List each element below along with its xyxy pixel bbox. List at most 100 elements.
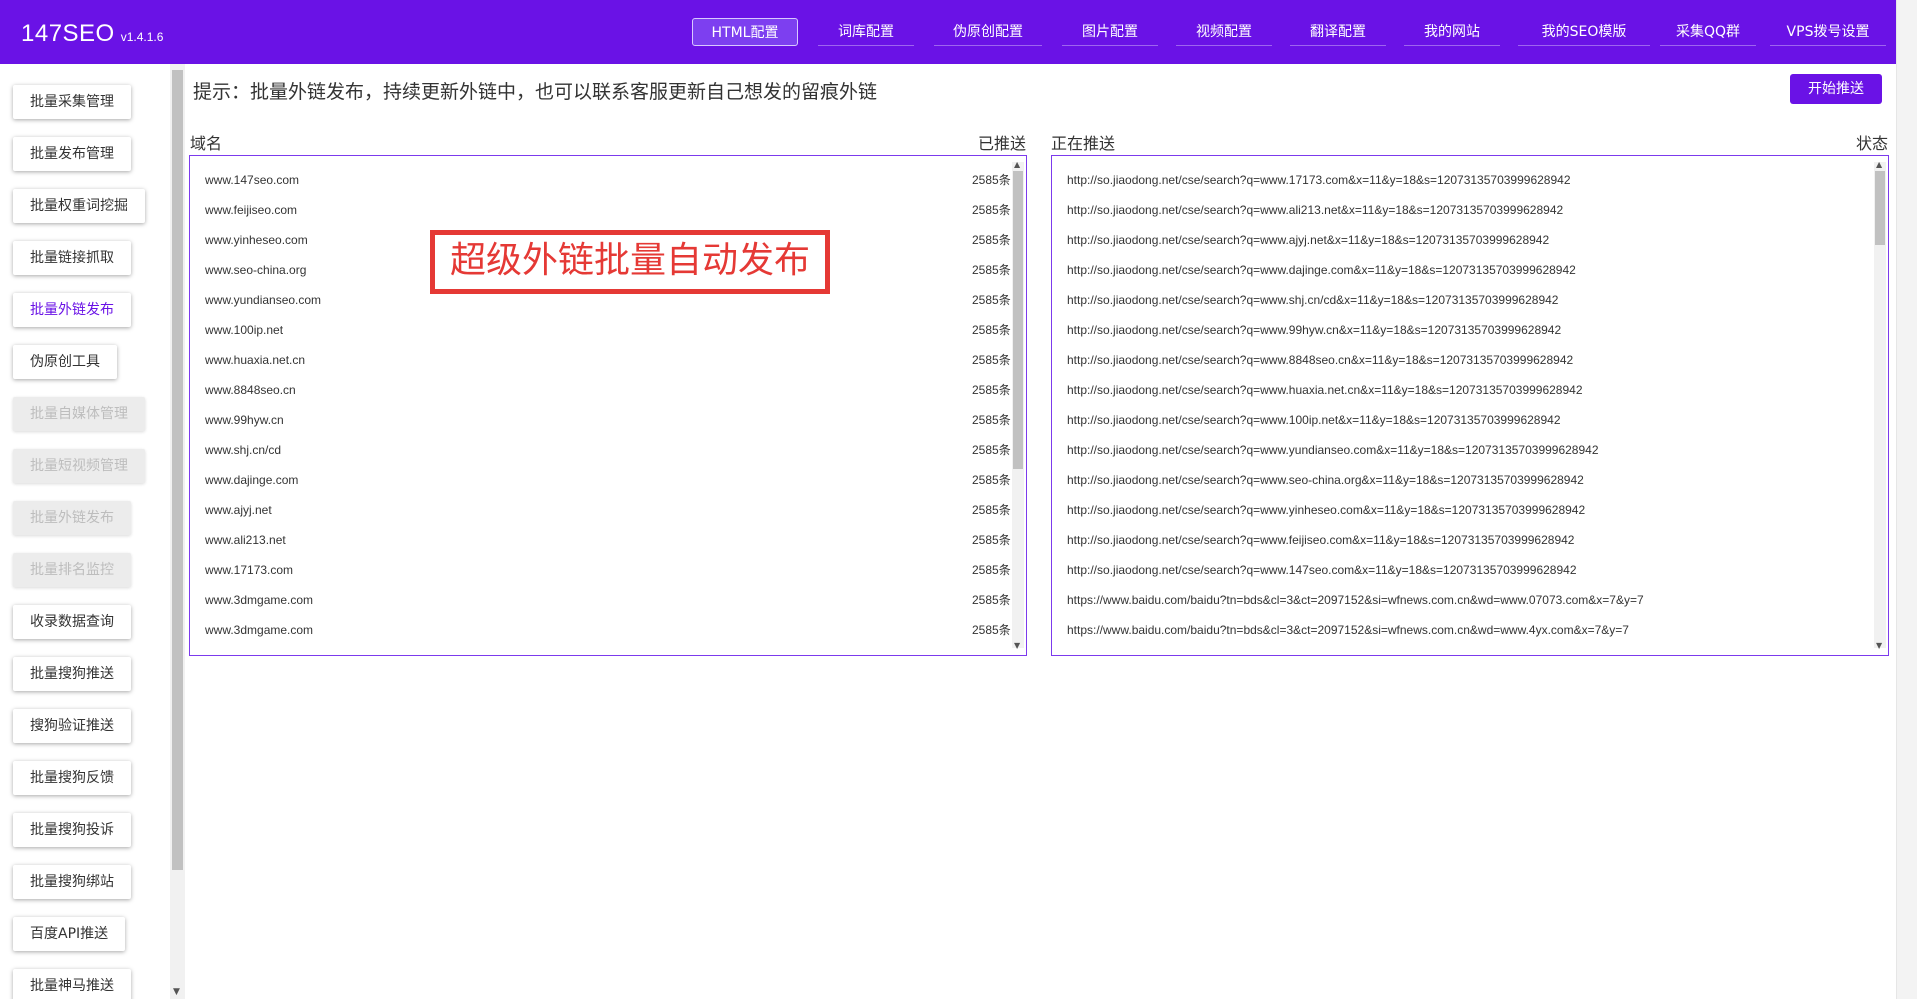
list-item: www.3dmgame.com 2585条 — [205, 620, 1011, 640]
domain-text: www.3dmgame.com — [205, 593, 314, 607]
sidebar-item-weight-keyword-mining[interactable]: 批量权重词挖掘 — [13, 189, 145, 223]
domain-text: www.yundianseo.com — [205, 293, 322, 307]
sidebar-item-link-crawl[interactable]: 批量链接抓取 — [13, 241, 131, 275]
sidebar-item-backlink-publish-2[interactable]: 批量外链发布 — [13, 501, 131, 535]
list-item: http://so.jiaodong.net/cse/search?q=www.… — [1067, 263, 1576, 277]
sidebar-item-backlink-publish[interactable]: 批量外链发布 — [13, 293, 131, 327]
pushed-count: 2585条 — [972, 353, 1011, 367]
nav-video-config[interactable]: 视频配置 — [1176, 18, 1272, 46]
list-item: http://so.jiaodong.net/cse/search?q=www.… — [1067, 413, 1561, 427]
scroll-up-icon[interactable]: ▲ — [1014, 160, 1020, 169]
pushed-count: 2585条 — [972, 443, 1011, 457]
pushed-count: 2585条 — [972, 533, 1011, 547]
nav-lexicon-config[interactable]: 词库配置 — [818, 18, 914, 46]
column-header-status: 状态 — [1856, 134, 1889, 153]
pushed-count: 2585条 — [972, 563, 1011, 577]
sidebar-item-sogou-verify-push[interactable]: 搜狗验证推送 — [13, 709, 131, 743]
list-item: https://www.baidu.com/baidu?tn=bds&cl=3&… — [1067, 593, 1644, 607]
list-item: http://so.jiaodong.net/cse/search?q=www.… — [1067, 443, 1599, 457]
brand-name: 147SEO — [21, 20, 115, 47]
pushed-count: 2585条 — [972, 173, 1011, 187]
domain-text: www.huaxia.net.cn — [205, 353, 306, 367]
list-item: www.99hyw.cn 2585条 — [205, 410, 1011, 430]
nav-html-config[interactable]: HTML配置 — [692, 18, 798, 46]
list-item: www.ajyj.net 2585条 — [205, 500, 1011, 520]
pushed-count: 2585条 — [972, 323, 1011, 337]
domain-list-scroll-thumb[interactable] — [1013, 171, 1023, 469]
pushed-count: 2585条 — [972, 503, 1011, 517]
sidebar-scrollbar[interactable]: ▼ — [170, 64, 185, 999]
pushed-count: 2585条 — [972, 383, 1011, 397]
nav-qq-groups[interactable]: 采集QQ群 — [1660, 18, 1756, 46]
pushed-count: 2585条 — [972, 233, 1011, 247]
list-item: http://so.jiaodong.net/cse/search?q=www.… — [1067, 383, 1583, 397]
list-item: www.shj.cn/cd 2585条 — [205, 440, 1011, 460]
list-item: https://www.baidu.com/baidu?tn=bds&cl=3&… — [1067, 623, 1629, 637]
list-item: www.17173.com 2585条 — [205, 560, 1011, 580]
brand-logo: 147SEO v1.4.1.6 — [21, 20, 163, 48]
list-item: http://so.jiaodong.net/cse/search?q=www.… — [1067, 173, 1571, 187]
domain-list-scrollbar[interactable]: ▲ ▼ — [1012, 160, 1024, 650]
list-item: www.100ip.net 2585条 — [205, 320, 1011, 340]
sidebar-item-sogou-feedback[interactable]: 批量搜狗反馈 — [13, 761, 131, 795]
push-list-scrollbar[interactable]: ▲ ▼ — [1874, 160, 1886, 650]
scroll-up-icon[interactable]: ▲ — [1876, 160, 1882, 169]
column-header-pushing: 正在推送 — [1051, 134, 1116, 153]
sidebar-item-sogou-bind-site[interactable]: 批量搜狗绑站 — [13, 865, 131, 899]
nav-translate-config[interactable]: 翻译配置 — [1290, 18, 1386, 46]
list-item: http://so.jiaodong.net/cse/search?q=www.… — [1067, 353, 1574, 367]
list-item: http://so.jiaodong.net/cse/search?q=www.… — [1067, 473, 1584, 487]
sidebar: 批量采集管理 批量发布管理 批量权重词挖掘 批量链接抓取 批量外链发布 伪原创工… — [0, 64, 168, 999]
domain-text: www.shj.cn/cd — [205, 443, 282, 457]
sidebar-item-batch-collect[interactable]: 批量采集管理 — [13, 85, 131, 119]
pushed-count: 2585条 — [972, 293, 1011, 307]
promo-banner: 超级外链批量自动发布 — [430, 230, 830, 294]
domain-text: www.100ip.net — [205, 323, 284, 337]
list-item: http://so.jiaodong.net/cse/search?q=www.… — [1067, 533, 1575, 547]
sidebar-item-sogou-complaint[interactable]: 批量搜狗投诉 — [13, 813, 131, 847]
sidebar-item-rank-monitor[interactable]: 批量排名监控 — [13, 553, 131, 587]
sidebar-scroll-thumb[interactable] — [172, 70, 183, 870]
scroll-down-icon[interactable]: ▼ — [1014, 641, 1020, 650]
start-push-button[interactable]: 开始推送 — [1790, 74, 1882, 104]
domain-text: www.ajyj.net — [205, 503, 272, 517]
column-header-domain: 域名 — [190, 134, 223, 153]
sidebar-item-pseudo-original-tool[interactable]: 伪原创工具 — [13, 345, 117, 379]
sidebar-item-sogou-push[interactable]: 批量搜狗推送 — [13, 657, 131, 691]
pushed-count: 2585条 — [972, 593, 1011, 607]
nav-my-sites[interactable]: 我的网站 — [1404, 18, 1500, 46]
app-version: v1.4.1.6 — [120, 30, 164, 44]
nav-image-config[interactable]: 图片配置 — [1062, 18, 1158, 46]
domain-text: www.8848seo.cn — [205, 383, 296, 397]
domain-text: www.99hyw.cn — [205, 413, 284, 427]
list-item: www.feijiseo.com 2585条 — [205, 200, 1011, 220]
sidebar-item-shenma-push[interactable]: 批量神马推送 — [13, 969, 131, 999]
scroll-down-icon[interactable]: ▼ — [173, 987, 180, 997]
sidebar-item-self-media[interactable]: 批量自媒体管理 — [13, 397, 145, 431]
domain-text: www.ali213.net — [205, 533, 286, 547]
list-item: http://so.jiaodong.net/cse/search?q=www.… — [1067, 503, 1586, 517]
list-item: www.8848seo.cn 2585条 — [205, 380, 1011, 400]
list-item: http://so.jiaodong.net/cse/search?q=www.… — [1067, 323, 1562, 337]
nav-vps-dial-settings[interactable]: VPS拨号设置 — [1770, 18, 1886, 46]
pushed-count: 2585条 — [972, 413, 1011, 427]
list-item: www.yundianseo.com 2585条 — [205, 290, 1011, 310]
sidebar-item-index-query[interactable]: 收录数据查询 — [13, 605, 131, 639]
scroll-down-icon[interactable]: ▼ — [1876, 641, 1882, 650]
list-item: http://so.jiaodong.net/cse/search?q=www.… — [1067, 293, 1559, 307]
push-list-scroll-thumb[interactable] — [1875, 171, 1885, 245]
list-item: http://so.jiaodong.net/cse/search?q=www.… — [1067, 233, 1550, 247]
push-status-panel[interactable]: http://so.jiaodong.net/cse/search?q=www.… — [1051, 155, 1889, 656]
list-item: www.seo-china.org 2585条 — [205, 260, 1011, 280]
list-item: www.ali213.net 2585条 — [205, 530, 1011, 550]
sidebar-item-batch-publish[interactable]: 批量发布管理 — [13, 137, 131, 171]
domain-text: www.yinheseo.com — [205, 233, 308, 247]
nav-my-seo-templates[interactable]: 我的SEO模版 — [1518, 18, 1650, 46]
pushed-count: 2585条 — [972, 473, 1011, 487]
domain-text: www.3dmgame.com — [205, 623, 314, 637]
nav-pseudo-original-config[interactable]: 伪原创配置 — [934, 18, 1042, 46]
sidebar-item-short-video[interactable]: 批量短视频管理 — [13, 449, 145, 483]
sidebar-item-baidu-api-push[interactable]: 百度API推送 — [13, 917, 126, 951]
list-item: www.dajinge.com 2585条 — [205, 470, 1011, 490]
list-item: www.huaxia.net.cn 2585条 — [205, 350, 1011, 370]
